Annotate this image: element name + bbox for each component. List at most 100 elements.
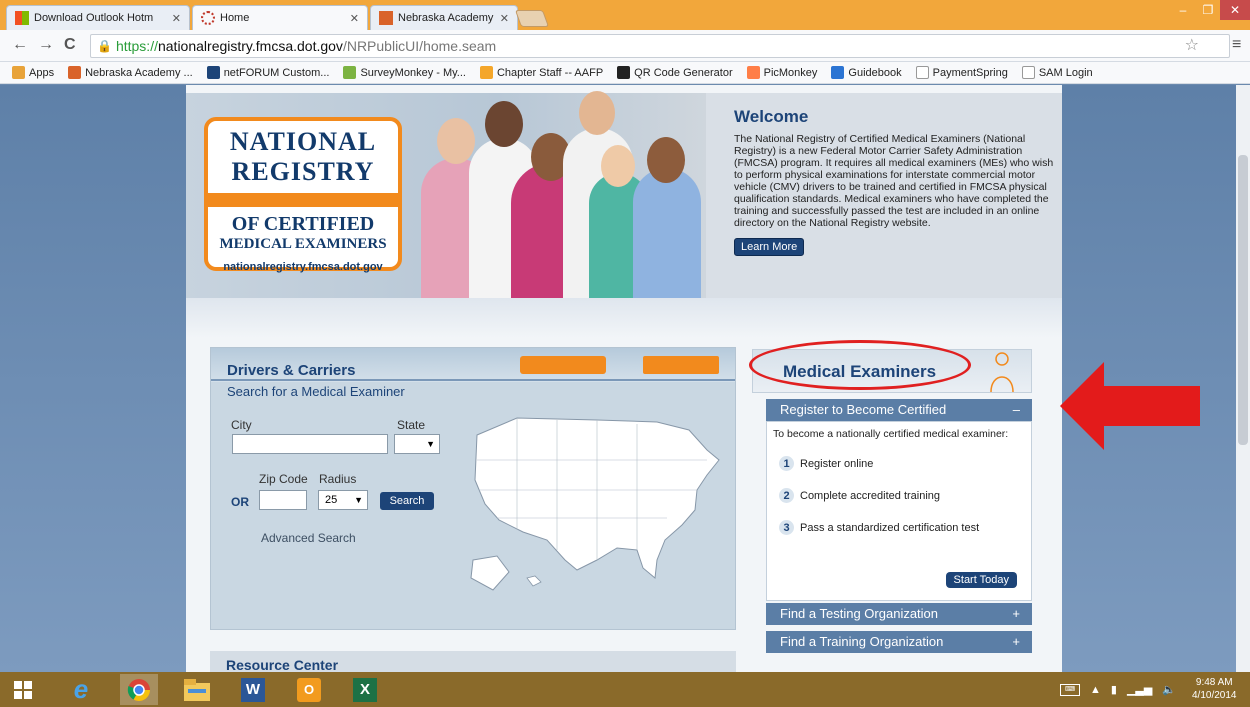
step-number: 3: [779, 520, 794, 535]
registry-logo: NATIONAL REGISTRY OF CERTIFIED MEDICAL E…: [204, 117, 402, 273]
welcome-text: The National Registry of Certified Medic…: [734, 133, 1054, 229]
address-bar[interactable]: 🔒 https://nationalregistry.fmcsa.dot.gov…: [90, 34, 1230, 58]
radius-select[interactable]: 25 ▼: [318, 490, 368, 510]
windows-start-icon[interactable]: [4, 674, 42, 705]
resource-center-title: Resource Center: [226, 657, 339, 672]
register-certified-row[interactable]: Register to Become Certified –: [766, 399, 1032, 421]
close-tab-icon[interactable]: ✕: [500, 12, 509, 25]
bookmark-item[interactable]: Guidebook: [831, 66, 902, 79]
dropdown-arrow-icon: ▼: [354, 495, 363, 505]
person-figure: [633, 168, 701, 298]
maximize-button[interactable]: ❐: [1196, 0, 1220, 20]
close-tab-icon[interactable]: ✕: [172, 12, 181, 25]
bus-icon: [520, 356, 606, 374]
drivers-carriers-subtitle: Search for a Medical Examiner: [227, 384, 405, 399]
bookmark-label: QR Code Generator: [634, 66, 733, 79]
excel-icon[interactable]: X: [346, 674, 384, 705]
bookmark-item[interactable]: SAM Login: [1021, 66, 1093, 79]
expand-icon[interactable]: +: [1012, 603, 1020, 625]
back-arrow-icon[interactable]: ←: [12, 36, 28, 54]
loading-spinner-icon: [201, 11, 215, 25]
register-certified-body: To become a nationally certified medical…: [766, 421, 1032, 601]
bookmark-label: SAM Login: [1038, 66, 1093, 79]
volume-icon[interactable]: 🔈: [1162, 683, 1176, 696]
bookmark-item[interactable]: Chapter Staff -- AAFP: [479, 66, 603, 79]
new-tab-button[interactable]: [514, 10, 550, 27]
page-icon: [915, 66, 929, 79]
close-tab-icon[interactable]: ✕: [350, 12, 359, 25]
guidebook-icon: [831, 66, 845, 79]
keyboard-icon[interactable]: ⌨: [1060, 683, 1080, 696]
bookmark-item[interactable]: Apps: [12, 66, 54, 79]
page-icon: [1021, 66, 1035, 79]
qr-code-icon: [617, 66, 631, 79]
person-face: [601, 145, 635, 187]
bookmark-item[interactable]: QR Code Generator: [617, 66, 733, 79]
city-input[interactable]: [232, 434, 388, 454]
collapse-icon[interactable]: –: [1013, 399, 1020, 421]
person-face: [437, 118, 475, 164]
tab-nebraska[interactable]: Nebraska Academy of Far ✕: [370, 5, 518, 30]
start-today-button[interactable]: Start Today: [945, 572, 1017, 588]
red-pointer-arrow-icon: [1060, 362, 1200, 450]
netforum-icon: [206, 66, 220, 79]
drivers-carriers-title: Drivers & Carriers: [227, 362, 356, 379]
show-hidden-icons-icon[interactable]: ▲: [1090, 684, 1101, 696]
reload-icon[interactable]: C: [64, 36, 76, 54]
hero-banner: NATIONAL REGISTRY OF CERTIFIED MEDICAL E…: [186, 91, 1062, 298]
zip-code-label: Zip Code: [259, 472, 308, 486]
step-item: 3 Pass a standardized certification test: [779, 520, 979, 535]
picmonkey-icon: [746, 66, 760, 79]
clock-time: 9:48 AM: [1195, 677, 1233, 688]
red-highlight-oval: [749, 340, 971, 390]
training-organization-row[interactable]: Find a Training Organization +: [766, 631, 1032, 653]
welcome-title: Welcome: [734, 107, 809, 126]
medical-examiners-panel: Medical Examiners Register to Become Cer…: [752, 349, 1032, 667]
advanced-search-link[interactable]: Advanced Search: [261, 531, 356, 545]
or-label: OR: [231, 495, 249, 509]
expand-icon[interactable]: +: [1012, 631, 1020, 653]
outlook-icon[interactable]: O: [290, 674, 328, 705]
scrollbar-thumb[interactable]: [1238, 155, 1248, 445]
chrome-icon[interactable]: [120, 674, 158, 705]
internet-explorer-icon[interactable]: e: [62, 674, 100, 705]
zip-code-input[interactable]: [259, 490, 307, 510]
state-select[interactable]: ▼: [394, 434, 440, 454]
page-scrollbar[interactable]: [1236, 85, 1250, 672]
network-icon[interactable]: ▮: [1111, 683, 1117, 696]
signal-strength-icon[interactable]: ▁▃▅: [1127, 683, 1152, 696]
logo-national: NATIONAL: [229, 127, 377, 156]
bookmark-item[interactable]: netFORUM Custom...: [206, 66, 329, 79]
learn-more-button[interactable]: Learn More: [734, 238, 805, 256]
logo-orange-bar: [208, 193, 398, 207]
forward-arrow-icon[interactable]: →: [38, 36, 54, 54]
taskbar-clock[interactable]: 9:48 AM 4/10/2014: [1192, 676, 1237, 702]
bookmark-item[interactable]: Nebraska Academy ...: [68, 66, 193, 79]
radius-label: Radius: [319, 472, 357, 486]
close-window-button[interactable]: ✕: [1220, 0, 1250, 20]
file-explorer-icon[interactable]: [178, 674, 216, 705]
chrome-menu-icon[interactable]: ≡: [1232, 36, 1241, 54]
welcome-panel: Welcome The National Registry of Certifi…: [734, 107, 1054, 256]
tab-title: Home: [220, 12, 250, 24]
logo-url: nationalregistry.fmcsa.dot.gov: [223, 261, 383, 273]
bookmark-item[interactable]: SurveyMonkey - My...: [343, 66, 466, 79]
search-button[interactable]: Search: [380, 492, 434, 510]
tab-home[interactable]: Home ✕: [192, 5, 368, 30]
hero-photo: NATIONAL REGISTRY OF CERTIFIED MEDICAL E…: [186, 91, 706, 298]
person-face: [485, 101, 523, 147]
word-icon[interactable]: W: [234, 674, 272, 705]
bookmark-item[interactable]: PicMonkey: [746, 66, 817, 79]
bookmark-item[interactable]: PaymentSpring: [915, 66, 1008, 79]
bookmark-label: Guidebook: [848, 66, 902, 79]
tab-outlook[interactable]: Download Outlook Hotm ✕: [6, 5, 190, 30]
testing-organization-row[interactable]: Find a Testing Organization +: [766, 603, 1032, 625]
register-intro: To become a nationally certified medical…: [773, 428, 1009, 440]
us-map-image[interactable]: [457, 400, 725, 600]
step-item: 2 Complete accredited training: [779, 488, 940, 503]
aafp-icon: [479, 66, 493, 79]
minimize-button[interactable]: –: [1170, 0, 1196, 20]
surveymonkey-icon: [343, 66, 357, 79]
bookmark-label: PaymentSpring: [932, 66, 1008, 79]
bookmark-star-icon[interactable]: ☆: [1185, 35, 1199, 55]
